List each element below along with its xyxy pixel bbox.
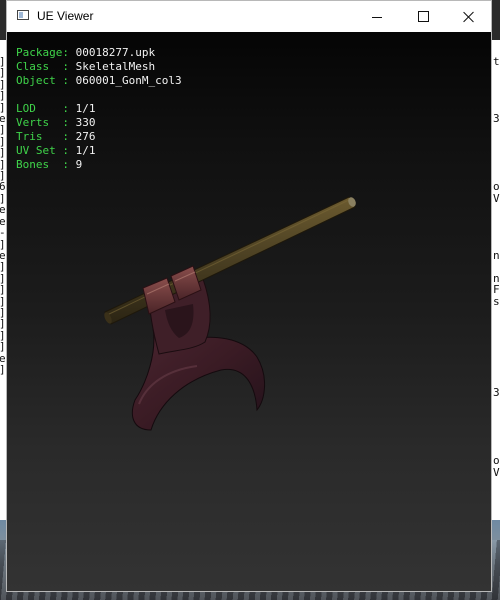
maximize-icon (417, 11, 429, 22)
close-button[interactable] (446, 1, 492, 32)
close-icon (463, 11, 475, 23)
maximize-button[interactable] (400, 1, 446, 32)
ue-viewer-window[interactable]: UE Viewer Package: 00018277.upk Class : … (6, 0, 492, 592)
background-console-text-right: t 3 o V n n F s 3 o V (493, 55, 500, 479)
3d-viewport[interactable]: Package: 00018277.upk Class : SkeletalMe… (7, 32, 491, 591)
minimize-icon (372, 16, 382, 18)
axe-model (104, 196, 356, 431)
app-window-icon[interactable] (17, 10, 29, 20)
background-console-window-right: t 3 o V n n F s 3 o V (492, 40, 500, 520)
window-title: UE Viewer (37, 9, 94, 23)
skeletal-mesh-render (104, 196, 356, 431)
title-bar[interactable]: UE Viewer (7, 1, 491, 32)
minimize-button[interactable] (354, 1, 400, 32)
